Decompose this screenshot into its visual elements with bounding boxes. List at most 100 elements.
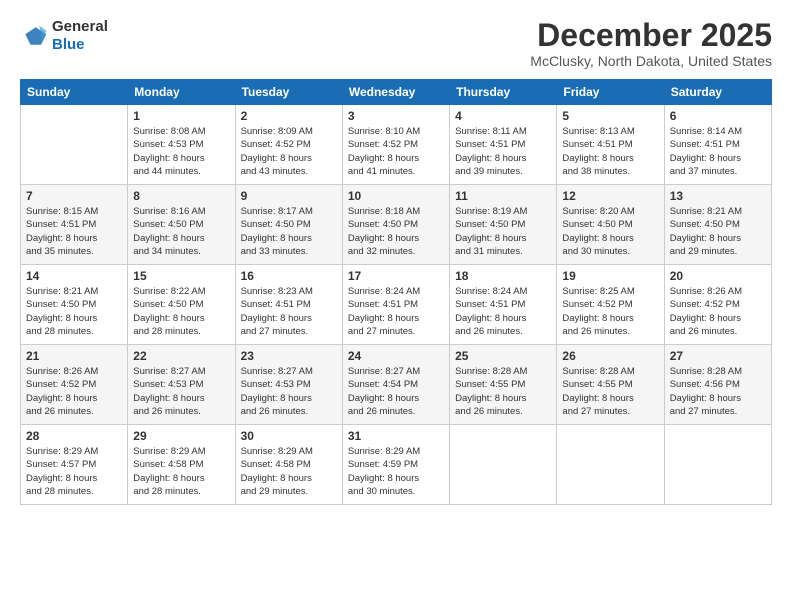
day-number: 3 [348, 109, 444, 123]
day-info: Sunrise: 8:14 AM Sunset: 4:51 PM Dayligh… [670, 125, 766, 178]
day-info: Sunrise: 8:10 AM Sunset: 4:52 PM Dayligh… [348, 125, 444, 178]
table-row: 16 Sunrise: 8:23 AM Sunset: 4:51 PM Dayli… [235, 265, 342, 345]
day-info: Sunrise: 8:22 AM Sunset: 4:50 PM Dayligh… [133, 285, 229, 338]
calendar-week-row: 28Sunrise: 8:29 AM Sunset: 4:57 PM Dayli… [21, 425, 772, 505]
day-info: Sunrise: 8:29 AM Sunset: 4:57 PM Dayligh… [26, 445, 122, 498]
calendar-week-row: 1Sunrise: 8:08 AM Sunset: 4:53 PM Daylig… [21, 105, 772, 185]
table-row: 22 Sunrise: 8:27 AM Sunset: 4:53 PM Dayli… [128, 345, 235, 425]
table-row [21, 105, 128, 185]
day-number: 9 [241, 189, 337, 203]
day-number: 6 [670, 109, 766, 123]
day-number: 10 [348, 189, 444, 203]
table-row: 12 Sunrise: 8:20 AM Sunset: 4:50 PM Dayli… [557, 185, 664, 265]
table-row: 2 Sunrise: 8:09 AM Sunset: 4:52 PM Daylig… [235, 105, 342, 185]
day-number: 4 [455, 109, 551, 123]
table-row: 26 Sunrise: 8:28 AM Sunset: 4:55 PM Dayli… [557, 345, 664, 425]
day-number: 18 [455, 269, 551, 283]
title-block: December 2025 McClusky, North Dakota, Un… [530, 18, 772, 69]
day-number: 1 [133, 109, 229, 123]
table-row: 6 Sunrise: 8:14 AM Sunset: 4:51 PM Daylig… [664, 105, 771, 185]
day-info: Sunrise: 8:26 AM Sunset: 4:52 PM Dayligh… [670, 285, 766, 338]
table-row: 15 Sunrise: 8:22 AM Sunset: 4:50 PM Dayli… [128, 265, 235, 345]
table-row: 20 Sunrise: 8:26 AM Sunset: 4:52 PM Dayli… [664, 265, 771, 345]
table-row: 14Sunrise: 8:21 AM Sunset: 4:50 PM Dayli… [21, 265, 128, 345]
day-info: Sunrise: 8:26 AM Sunset: 4:52 PM Dayligh… [26, 365, 122, 418]
table-row: 17 Sunrise: 8:24 AM Sunset: 4:51 PM Dayli… [342, 265, 449, 345]
day-number: 19 [562, 269, 658, 283]
day-info: Sunrise: 8:20 AM Sunset: 4:50 PM Dayligh… [562, 205, 658, 258]
day-number: 24 [348, 349, 444, 363]
table-row: 31 Sunrise: 8:29 AM Sunset: 4:59 PM Dayli… [342, 425, 449, 505]
day-info: Sunrise: 8:29 AM Sunset: 4:59 PM Dayligh… [348, 445, 444, 498]
table-row: 9 Sunrise: 8:17 AM Sunset: 4:50 PM Daylig… [235, 185, 342, 265]
day-number: 17 [348, 269, 444, 283]
day-number: 8 [133, 189, 229, 203]
day-number: 20 [670, 269, 766, 283]
table-row: 10 Sunrise: 8:18 AM Sunset: 4:50 PM Dayli… [342, 185, 449, 265]
day-number: 16 [241, 269, 337, 283]
col-wednesday: Wednesday [342, 80, 449, 105]
calendar-week-row: 14Sunrise: 8:21 AM Sunset: 4:50 PM Dayli… [21, 265, 772, 345]
day-number: 12 [562, 189, 658, 203]
day-number: 13 [670, 189, 766, 203]
table-row [664, 425, 771, 505]
page: General Blue December 2025 McClusky, Nor… [0, 0, 792, 612]
day-number: 31 [348, 429, 444, 443]
logo-line1: General [52, 18, 108, 35]
table-row: 8 Sunrise: 8:16 AM Sunset: 4:50 PM Daylig… [128, 185, 235, 265]
logo: General Blue [20, 18, 108, 54]
day-info: Sunrise: 8:25 AM Sunset: 4:52 PM Dayligh… [562, 285, 658, 338]
table-row: 29Sunrise: 8:29 AM Sunset: 4:58 PM Dayli… [128, 425, 235, 505]
calendar-table: Sunday Monday Tuesday Wednesday Thursday… [20, 79, 772, 505]
table-row: 30 Sunrise: 8:29 AM Sunset: 4:58 PM Dayli… [235, 425, 342, 505]
month-title: December 2025 [530, 18, 772, 53]
day-info: Sunrise: 8:27 AM Sunset: 4:53 PM Dayligh… [241, 365, 337, 418]
day-number: 25 [455, 349, 551, 363]
day-info: Sunrise: 8:28 AM Sunset: 4:55 PM Dayligh… [455, 365, 551, 418]
col-friday: Friday [557, 80, 664, 105]
day-info: Sunrise: 8:27 AM Sunset: 4:53 PM Dayligh… [133, 365, 229, 418]
day-info: Sunrise: 8:21 AM Sunset: 4:50 PM Dayligh… [670, 205, 766, 258]
table-row [557, 425, 664, 505]
day-number: 15 [133, 269, 229, 283]
day-number: 21 [26, 349, 122, 363]
day-info: Sunrise: 8:19 AM Sunset: 4:50 PM Dayligh… [455, 205, 551, 258]
day-number: 23 [241, 349, 337, 363]
day-number: 11 [455, 189, 551, 203]
day-number: 27 [670, 349, 766, 363]
day-number: 7 [26, 189, 122, 203]
day-info: Sunrise: 8:15 AM Sunset: 4:51 PM Dayligh… [26, 205, 122, 258]
table-row: 7 Sunrise: 8:15 AM Sunset: 4:51 PM Daylig… [21, 185, 128, 265]
day-info: Sunrise: 8:09 AM Sunset: 4:52 PM Dayligh… [241, 125, 337, 178]
day-info: Sunrise: 8:23 AM Sunset: 4:51 PM Dayligh… [241, 285, 337, 338]
day-info: Sunrise: 8:17 AM Sunset: 4:50 PM Dayligh… [241, 205, 337, 258]
table-row [450, 425, 557, 505]
day-info: Sunrise: 8:16 AM Sunset: 4:50 PM Dayligh… [133, 205, 229, 258]
day-info: Sunrise: 8:24 AM Sunset: 4:51 PM Dayligh… [348, 285, 444, 338]
table-row: 28Sunrise: 8:29 AM Sunset: 4:57 PM Dayli… [21, 425, 128, 505]
header: General Blue December 2025 McClusky, Nor… [20, 18, 772, 69]
day-number: 22 [133, 349, 229, 363]
day-info: Sunrise: 8:28 AM Sunset: 4:55 PM Dayligh… [562, 365, 658, 418]
col-saturday: Saturday [664, 80, 771, 105]
table-row: 1Sunrise: 8:08 AM Sunset: 4:53 PM Daylig… [128, 105, 235, 185]
table-row: 11 Sunrise: 8:19 AM Sunset: 4:50 PM Dayli… [450, 185, 557, 265]
table-row: 23 Sunrise: 8:27 AM Sunset: 4:53 PM Dayli… [235, 345, 342, 425]
calendar-week-row: 21 Sunrise: 8:26 AM Sunset: 4:52 PM Dayli… [21, 345, 772, 425]
day-info: Sunrise: 8:13 AM Sunset: 4:51 PM Dayligh… [562, 125, 658, 178]
table-row: 18 Sunrise: 8:24 AM Sunset: 4:51 PM Dayli… [450, 265, 557, 345]
day-info: Sunrise: 8:29 AM Sunset: 4:58 PM Dayligh… [241, 445, 337, 498]
table-row: 3 Sunrise: 8:10 AM Sunset: 4:52 PM Daylig… [342, 105, 449, 185]
day-info: Sunrise: 8:24 AM Sunset: 4:51 PM Dayligh… [455, 285, 551, 338]
calendar-header-row: Sunday Monday Tuesday Wednesday Thursday… [21, 80, 772, 105]
table-row: 13 Sunrise: 8:21 AM Sunset: 4:50 PM Dayli… [664, 185, 771, 265]
col-sunday: Sunday [21, 80, 128, 105]
day-number: 26 [562, 349, 658, 363]
day-number: 30 [241, 429, 337, 443]
day-number: 2 [241, 109, 337, 123]
logo-line2: Blue [52, 36, 85, 53]
day-info: Sunrise: 8:18 AM Sunset: 4:50 PM Dayligh… [348, 205, 444, 258]
table-row: 25 Sunrise: 8:28 AM Sunset: 4:55 PM Dayli… [450, 345, 557, 425]
col-tuesday: Tuesday [235, 80, 342, 105]
day-number: 14 [26, 269, 122, 283]
